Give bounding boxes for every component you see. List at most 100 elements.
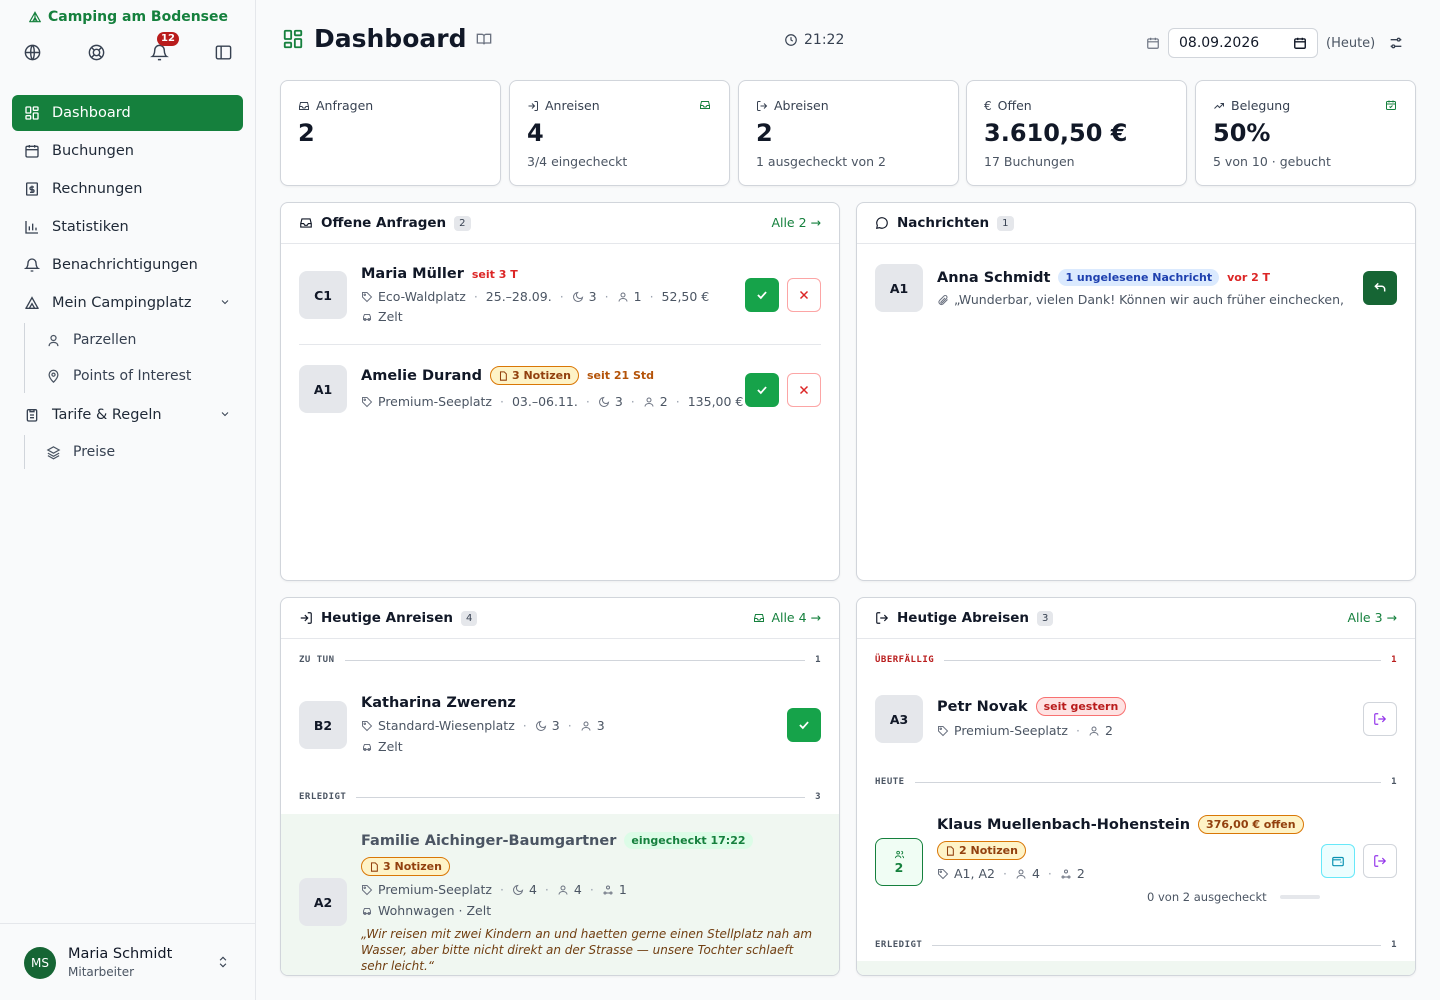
today-label: (Heute) (1326, 35, 1376, 51)
nav-benachrichtigungen[interactable]: Benachrichtigungen (12, 247, 243, 283)
nav-dashboard[interactable]: Dashboard (12, 95, 243, 131)
users-icon (894, 849, 905, 860)
check-icon (755, 288, 769, 302)
section-line (344, 659, 806, 661)
accept-button[interactable] (745, 278, 779, 312)
stat-anreisen[interactable]: Anreisen 4 3/4 eingecheckt (509, 80, 730, 186)
clock-icon (784, 33, 798, 47)
baby-icon (602, 884, 614, 896)
nav-rechnungen[interactable]: Rechnungen (12, 171, 243, 207)
section-count: 1 (1391, 940, 1397, 950)
brand[interactable]: Camping am Bodensee (28, 9, 228, 25)
stat-belegung[interactable]: Belegung 50% 5 von 10 · gebucht (1195, 80, 1416, 186)
accept-button[interactable] (745, 373, 779, 407)
calendar-picker-icon[interactable] (1293, 36, 1307, 50)
list-item[interactable] (857, 961, 1415, 975)
log-out-icon (1373, 712, 1387, 726)
dates: 25.–28.09. (485, 289, 552, 304)
list-item[interactable]: A1 Amelie Durand 3 Notizen seit 21 Std P… (281, 345, 839, 435)
toggle-sidebar-button[interactable] (209, 38, 237, 66)
tag-icon (937, 725, 949, 737)
payment-button[interactable] (1321, 844, 1355, 878)
list-item[interactable]: A1 Anna Schmidt 1 ungelesene Nachricht v… (857, 245, 1415, 335)
all-anfragen-link[interactable]: Alle 2 → (771, 215, 821, 230)
book-icon[interactable] (476, 31, 492, 47)
overdue-badge: seit gestern (1035, 697, 1127, 716)
nav-campingplatz[interactable]: Mein Campingplatz (12, 285, 243, 321)
log-in-icon (527, 100, 539, 112)
page-title: Dashboard (314, 24, 467, 53)
date-input[interactable]: 08.09.2026 (1168, 28, 1318, 58)
section-label: ZU TUN (299, 655, 335, 665)
persons: 4 (573, 882, 582, 897)
section-line (932, 944, 1382, 946)
nav-poi[interactable]: Points of Interest (34, 359, 243, 393)
count-badge: 2 (454, 215, 471, 231)
panel-nachrichten: Nachrichten 1 A1 Anna Schmidt 1 ungelese… (856, 202, 1416, 581)
tag-icon (361, 720, 373, 732)
vehicle: Zelt (378, 739, 403, 754)
checkin-button[interactable] (787, 708, 821, 742)
section-label: ÜBERFÄLLIG (875, 655, 935, 665)
nav-buchungen[interactable]: Buchungen (12, 133, 243, 169)
pitch-code: C1 (299, 271, 347, 319)
page-header: Dashboard 21:22 08.09.2026 (Heute) (256, 0, 1440, 80)
check-icon (797, 718, 811, 732)
notes-badge[interactable]: 3 Notizen (361, 857, 450, 876)
stat-anfragen-label: Anfragen (316, 98, 374, 113)
pitch-name: Premium-Seeplatz (954, 723, 1068, 738)
notes-badge[interactable]: 2 Notizen (937, 841, 1026, 860)
brand-name: Camping am Bodensee (48, 9, 228, 25)
nav-tarife[interactable]: Tarife & Regeln (12, 397, 243, 433)
clipboard-icon (24, 407, 40, 423)
stat-offen-sub: 17 Buchungen (984, 154, 1075, 169)
persons: 2 (1104, 723, 1113, 738)
nav-parzellen[interactable]: Parzellen (34, 323, 243, 357)
tag-icon (937, 868, 949, 880)
settings-button[interactable] (1388, 35, 1404, 51)
reject-button[interactable] (787, 278, 821, 312)
persons: 1 (633, 289, 642, 304)
all-abreisen-link[interactable]: Alle 3 → (1347, 610, 1397, 625)
all-anreisen-link[interactable]: Alle 4 → (753, 610, 821, 625)
section-label: HEUTE (875, 777, 905, 787)
language-button[interactable] (18, 38, 46, 66)
stat-abreisen[interactable]: Abreisen 2 1 ausgecheckt von 2 (738, 80, 959, 186)
log-in-icon (299, 611, 313, 625)
log-out-icon (875, 611, 889, 625)
tag-icon (361, 291, 373, 303)
separator: · (585, 394, 590, 409)
nav-preise-label: Preise (73, 444, 116, 460)
section-count: 1 (1391, 655, 1397, 665)
reply-button[interactable] (1363, 271, 1397, 305)
nav-benachrichtigungen-label: Benachrichtigungen (52, 257, 198, 273)
section-header-overdue: ÜBERFÄLLIG 1 (875, 655, 1397, 665)
section-count: 3 (815, 792, 821, 802)
section-label: ERLEDIGT (299, 792, 347, 802)
nav-statistiken[interactable]: Statistiken (12, 209, 243, 245)
persons: 4 (1031, 866, 1040, 881)
user-icon (557, 884, 569, 896)
guest-name: Familie Aichinger-Baumgartner (361, 832, 617, 849)
pitch-name: Eco-Waldplatz (378, 289, 466, 304)
user-icon (643, 396, 655, 408)
stat-offen[interactable]: € Offen 3.610,50 € 17 Buchungen (966, 80, 1187, 186)
nav-tarife-label: Tarife & Regeln (52, 407, 162, 423)
nav-preise[interactable]: Preise (34, 435, 243, 469)
inbox-icon (299, 216, 313, 230)
notifications-button[interactable]: 12 (145, 32, 179, 66)
checkout-button[interactable] (1363, 702, 1397, 736)
separator: · (473, 289, 478, 304)
chevron-down-icon (219, 296, 231, 308)
list-item[interactable]: A2 Familie Aichinger-Baumgartner eingech… (281, 814, 839, 975)
stat-anfragen[interactable]: Anfragen 2 (280, 80, 501, 186)
list-item[interactable]: 2 Klaus Muellenbach-Hohenstein 376,00 € … (857, 803, 1415, 923)
list-item[interactable]: C1 Maria Müller seit 3 T Eco-Waldplatz · 2… (281, 245, 839, 345)
notes-badge[interactable]: 3 Notizen (489, 366, 579, 385)
list-item[interactable]: B2 Katharina Zwerenz Standard-Wiesenplat… (281, 683, 839, 763)
help-button[interactable] (82, 38, 110, 66)
checkout-button[interactable] (1363, 844, 1397, 878)
reject-button[interactable] (787, 373, 821, 407)
list-item[interactable]: A3 Petr Novak seit gestern Premium-Seepl… (857, 683, 1415, 763)
user-menu[interactable]: MS Maria Schmidt Mitarbeiter (0, 923, 256, 1000)
